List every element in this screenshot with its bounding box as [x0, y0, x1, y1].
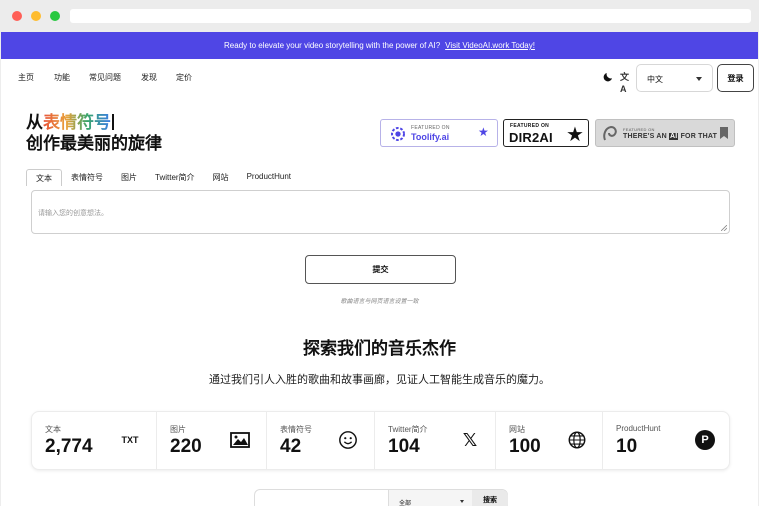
close-window-button[interactable] [12, 11, 22, 21]
minimize-window-button[interactable] [31, 11, 41, 21]
banner-link[interactable]: Visit VideoAI.work Today! [445, 41, 535, 50]
search-button[interactable]: 搜索 [472, 490, 508, 506]
stats-panel: 文本 2,774 TXT 图片 220 表情符号 42 Twitter简介 10… [31, 411, 730, 470]
taaft-logo-icon [603, 125, 617, 141]
stat-value: 10 [616, 436, 638, 457]
maximize-window-button[interactable] [50, 11, 60, 21]
chevron-down-icon [696, 77, 702, 81]
stat-label: Twitter简介 [388, 425, 428, 434]
stat-value: 100 [509, 436, 541, 457]
login-button[interactable]: 登录 [717, 64, 754, 92]
taaft-name-part1: THERE'S AN [623, 133, 667, 140]
gallery-subtitle: 通过我们引人入胜的歌曲和故事画廊，见证人工智能生成音乐的魔力。 [209, 374, 550, 386]
nav-home[interactable]: 主页 [18, 72, 34, 83]
gallery-title: 探索我们的音乐杰作 [303, 339, 456, 358]
nav-pricing[interactable]: 定价 [176, 72, 192, 83]
top-nav: 主页 功能 常见问题 发现 定价 文A 中文 登录 [1, 64, 758, 94]
tab-image[interactable]: 图片 [112, 169, 146, 186]
resize-handle-icon[interactable] [721, 225, 727, 231]
taaft-name-ai: AI [669, 133, 679, 140]
idea-input-placeholder: 请输入您的创意想法。 [38, 210, 108, 217]
page-viewport: Ready to elevate your video storytelling… [1, 32, 758, 506]
tab-website[interactable]: 网站 [204, 169, 238, 186]
toolify-logo-icon [391, 127, 405, 141]
typing-cursor [112, 114, 114, 130]
x-logo-icon: 𝕏 [462, 429, 478, 451]
taaft-name: THERE'S AN AI FOR THAT [623, 133, 717, 140]
dir2ai-name: DIR2AI [509, 130, 553, 145]
translate-icon[interactable]: 文A [620, 71, 632, 94]
stat-emoji[interactable]: 表情符号 42 [267, 412, 375, 469]
hero-line-1: 从表情符号 [26, 112, 162, 133]
gallery-search: 全部 搜索 [254, 489, 508, 506]
hero-emoji-word: 表情符号 [43, 113, 111, 132]
idea-input[interactable]: 请输入您的创意想法。 [31, 190, 730, 234]
tab-text[interactable]: 文本 [26, 169, 62, 186]
star-icon: ★ [478, 125, 489, 139]
address-bar[interactable] [70, 9, 751, 23]
taaft-featured-label: FEATURED ON [623, 127, 655, 132]
globe-icon [568, 431, 586, 449]
tab-twitter-bio[interactable]: Twitter简介 [146, 169, 204, 186]
hero-line-2: 创作最美丽的旋律 [26, 134, 162, 153]
txt-icon: TXT [121, 435, 139, 445]
moon-icon[interactable] [602, 71, 614, 83]
stat-producthunt[interactable]: ProductHunt 10 P [603, 412, 731, 469]
image-icon [230, 432, 250, 448]
language-note: 歌曲语言与网页语言设置一致 [340, 299, 419, 305]
stat-label: 文本 [45, 425, 61, 434]
dir2ai-badge[interactable]: FEATURED ON DIR2AI ★ [503, 119, 589, 147]
nav-faq[interactable]: 常见问题 [89, 72, 121, 83]
category-select[interactable]: 全部 [388, 490, 472, 506]
banner-text: Ready to elevate your video storytelling… [224, 41, 441, 50]
stat-label: 图片 [170, 425, 186, 434]
stat-label: ProductHunt [616, 424, 661, 433]
stat-label: 表情符号 [280, 425, 312, 434]
category-value: 全部 [399, 501, 412, 506]
producthunt-icon: P [695, 430, 715, 450]
bookmark-icon [720, 127, 728, 139]
theresanaiforthat-badge[interactable]: FEATURED ON THERE'S AN AI FOR THAT [595, 119, 735, 147]
toolify-featured-label: FEATURED ON [411, 125, 450, 131]
stat-label: 网站 [509, 425, 525, 434]
stat-value: 2,774 [45, 436, 93, 457]
nav-discover[interactable]: 发现 [141, 72, 157, 83]
submit-button[interactable]: 提交 [305, 255, 456, 284]
language-value: 中文 [647, 75, 663, 84]
stat-image[interactable]: 图片 220 [157, 412, 267, 469]
toolify-badge[interactable]: FEATURED ON Toolify.ai ★ [380, 119, 498, 147]
hero-title: 从表情符号 创作最美丽的旋律 [26, 112, 162, 154]
stat-value: 220 [170, 436, 202, 457]
dir2ai-featured-label: FEATURED ON [510, 123, 550, 129]
nav-features[interactable]: 功能 [54, 72, 70, 83]
smiley-icon [339, 431, 357, 449]
language-select[interactable]: 中文 [636, 64, 713, 92]
taaft-name-part2: FOR THAT [680, 133, 718, 140]
chevron-down-icon [460, 500, 464, 503]
stat-twitter-bio[interactable]: Twitter简介 104 𝕏 [375, 412, 496, 469]
browser-chrome [0, 0, 759, 32]
stat-value: 104 [388, 436, 420, 457]
stat-text[interactable]: 文本 2,774 TXT [32, 412, 157, 469]
toolify-name: Toolify.ai [411, 132, 450, 142]
promo-banner: Ready to elevate your video storytelling… [1, 32, 758, 59]
stat-website[interactable]: 网站 100 [496, 412, 603, 469]
tab-producthunt[interactable]: ProductHunt [238, 169, 300, 186]
stat-value: 42 [280, 436, 302, 457]
star-icon: ★ [566, 124, 584, 146]
input-type-tabs: 文本 表情符号 图片 Twitter简介 网站 ProductHunt [26, 169, 300, 186]
hero-prefix: 从 [26, 113, 43, 132]
tab-emoji[interactable]: 表情符号 [62, 169, 112, 186]
